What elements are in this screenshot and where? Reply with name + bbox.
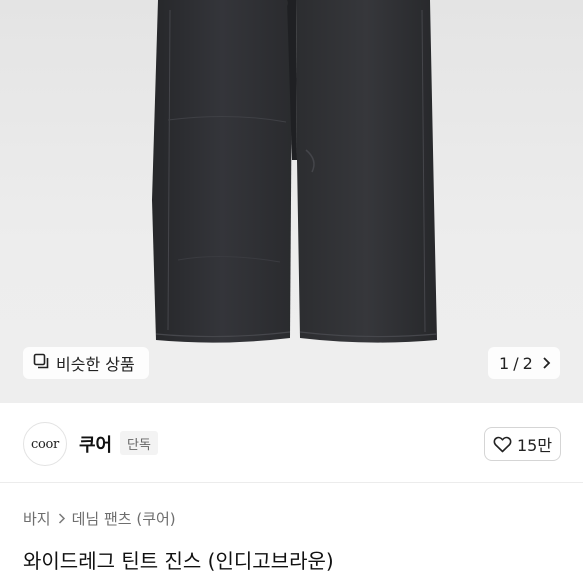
image-pager[interactable]: 1 / 2 [488,347,560,379]
breadcrumb: 바지 데님 팬츠 (쿠어) [23,508,176,529]
pager-current: 1 [499,353,510,373]
breadcrumb-item-pants[interactable]: 바지 [23,508,51,529]
brand-row: coor 쿠어 단독 15만 [0,403,583,483]
brand-name[interactable]: 쿠어 [79,431,112,457]
product-image-area[interactable]: 비슷한 상품 1 / 2 [0,0,583,403]
like-button[interactable]: 15만 [484,427,561,461]
exclusive-badge: 단독 [120,431,158,455]
heart-outline-icon [493,436,512,453]
jeans-product-photo [152,0,438,343]
copy-squares-icon [33,353,50,374]
brand-logo[interactable]: coor [23,422,67,466]
pager-separator: / [513,353,519,373]
product-title: 와이드레그 틴트 진스 (인디고브라운) [23,549,334,573]
pager-total: 2 [522,353,533,373]
breadcrumb-item-denim-pants[interactable]: 데님 팬츠 (쿠어) [72,508,176,529]
like-count: 15만 [516,436,553,455]
similar-products-label: 비슷한 상품 [56,355,135,374]
chevron-right-icon[interactable] [541,356,551,370]
similar-products-button[interactable]: 비슷한 상품 [23,347,149,379]
chevron-right-icon [57,512,66,525]
